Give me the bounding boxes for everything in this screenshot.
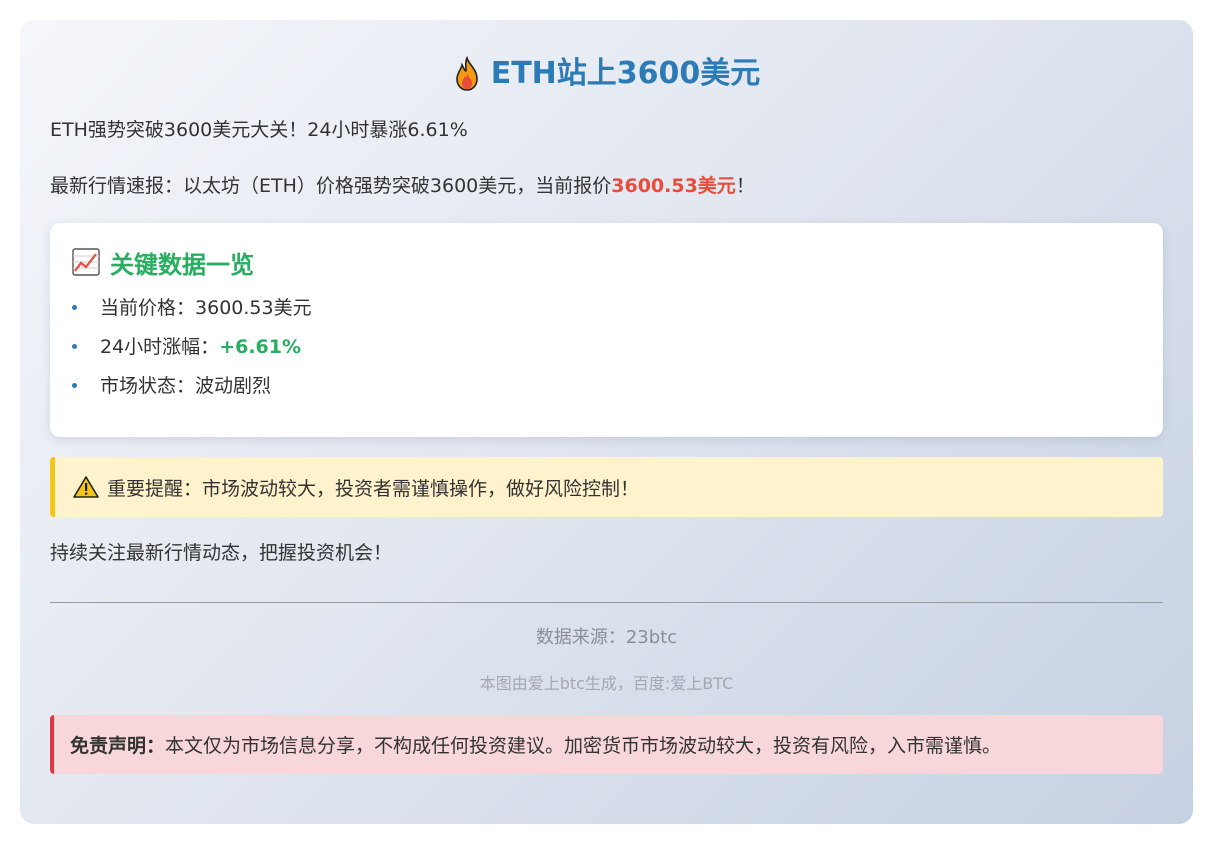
- warning-text: 重要提醒：市场波动较大，投资者需谨慎操作，做好风险控制！: [107, 477, 640, 500]
- disclaimer-label: 免责声明：: [70, 735, 166, 757]
- key-data-list: 当前价格：3600.53美元 24小时涨幅：+6.61% 市场状态：波动剧烈: [72, 289, 1141, 406]
- page-title: ETH站上3600美元: [20, 52, 1193, 96]
- follow-text: 持续关注最新行情动态，把握投资机会！: [50, 542, 393, 564]
- list-item: 当前价格：3600.53美元: [72, 289, 1141, 328]
- report-suffix: ！: [735, 175, 755, 197]
- list-item: 24小时涨幅：+6.61%: [72, 328, 1141, 367]
- disclaimer-box: 免责声明： 本文仅为市场信息分享，不构成任何投资建议。加密货币市场波动较大，投资有…: [50, 715, 1163, 774]
- title-text: ETH站上3600美元: [490, 56, 761, 91]
- disclaimer-text: 本文仅为市场信息分享，不构成任何投资建议。加密货币市场波动较大，投资有风险，入市…: [165, 735, 1002, 757]
- bullet-dot: [72, 344, 77, 349]
- item-value-change: +6.61%: [219, 336, 302, 358]
- item-label: 市场状态：: [100, 375, 196, 397]
- report-paragraph: 最新行情速报：以太坊（ETH）价格强势突破3600美元，当前报价3600.53美…: [50, 172, 1163, 200]
- bullet-dot: [72, 305, 77, 310]
- fire-icon: [455, 56, 478, 91]
- warning-icon: [73, 476, 99, 498]
- chart-increasing-icon: [72, 248, 100, 276]
- report-prefix: 最新行情速报：以太坊（ETH）价格强势突破3600美元，当前报价: [50, 175, 612, 197]
- item-label: 当前价格：: [100, 297, 196, 319]
- list-item: 市场状态：波动剧烈: [72, 367, 1141, 406]
- divider: [50, 602, 1163, 603]
- item-value: 波动剧烈: [195, 375, 272, 397]
- key-data-heading: 关键数据一览: [72, 243, 1141, 281]
- key-data-title: 关键数据一览: [110, 250, 254, 279]
- item-label: 24小时涨幅：: [100, 336, 220, 358]
- headline: ETH强势突破3600美元大关！24小时暴涨6.61%: [50, 119, 468, 141]
- report-price: 3600.53美元: [611, 175, 736, 197]
- key-data-panel: 关键数据一览 当前价格：3600.53美元 24小时涨幅：+6.61% 市场状态…: [50, 223, 1163, 437]
- news-card: ETH站上3600美元 ETH强势突破3600美元大关！24小时暴涨6.61% …: [20, 20, 1193, 824]
- data-source: 数据来源：23btc: [535, 627, 678, 648]
- bullet-dot: [72, 383, 77, 388]
- warning-banner: 重要提醒：市场波动较大，投资者需谨慎操作，做好风险控制！: [50, 457, 1163, 517]
- item-value: 3600.53美元: [195, 297, 312, 319]
- generated-by: 本图由爱上btc生成，百度:爱上BTC: [479, 674, 734, 693]
